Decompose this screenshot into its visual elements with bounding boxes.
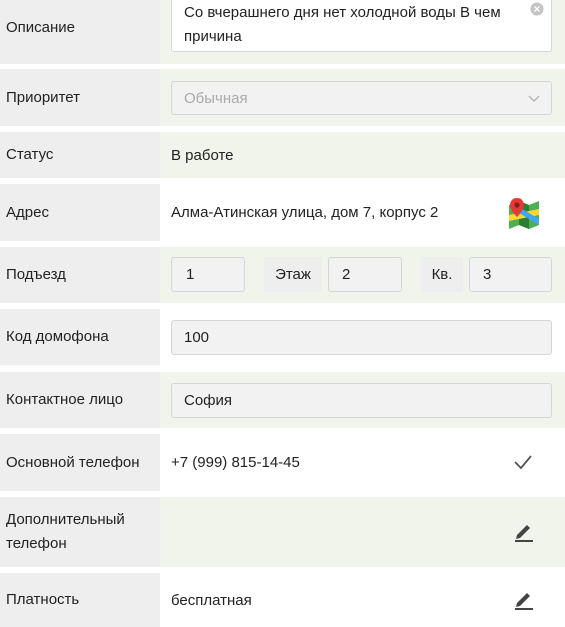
main-phone-label-text: Основной телефон: [6, 453, 140, 471]
address-label-text: Адрес: [6, 203, 49, 221]
extra-phone-value-cell: [160, 497, 565, 567]
apartment-label: Кв.: [421, 257, 463, 292]
floor-value: 2: [342, 266, 351, 283]
contact-label-text: Контактное лицо: [6, 391, 124, 408]
status-value-cell: В работе: [160, 132, 565, 178]
edit-icon[interactable]: [513, 588, 535, 610]
priority-row: Приоритет Обычная: [0, 69, 565, 126]
priority-placeholder: Обычная: [184, 89, 248, 107]
entrance-input[interactable]: 1: [171, 257, 245, 292]
description-label-text: Описание: [6, 19, 76, 36]
intercom-label: Код домофона: [0, 309, 160, 365]
floor-label-text: Этаж: [275, 266, 311, 283]
entrance-value: 1: [186, 266, 195, 283]
floor-input[interactable]: 2: [328, 257, 402, 292]
main-phone-label: Основной телефон: [0, 434, 160, 491]
map-icon[interactable]: [507, 195, 541, 231]
payment-value: бесплатная: [171, 591, 252, 609]
priority-value-cell: Обычная: [160, 69, 565, 126]
description-text: Со вчерашнего дня нет холодной воды В че…: [184, 4, 501, 45]
contact-value: София: [184, 392, 233, 409]
description-value-cell: Со вчерашнего дня нет холодной воды В че…: [160, 0, 565, 64]
description-textarea[interactable]: Со вчерашнего дня нет холодной воды В че…: [171, 0, 552, 52]
status-row: Статус В работе: [0, 132, 565, 178]
address-value: Алма-Атинская улица, дом 7, корпус 2: [171, 204, 439, 221]
payment-label-text: Платность: [6, 591, 80, 608]
intercom-value-cell: 100: [160, 309, 565, 365]
extra-phone-row: Дополнительный телефон: [0, 497, 565, 567]
chevron-down-icon[interactable]: [526, 90, 542, 106]
edit-icon[interactable]: [513, 520, 535, 542]
apartment-input[interactable]: 3: [469, 257, 552, 292]
payment-label: Платность: [0, 573, 160, 627]
clear-icon[interactable]: [530, 2, 544, 16]
main-phone-value: +7 (999) 815-14-45: [171, 454, 300, 471]
contact-value-cell: София: [160, 372, 565, 428]
priority-select[interactable]: Обычная: [171, 81, 552, 115]
payment-value-cell: бесплатная: [160, 573, 565, 627]
intercom-input[interactable]: 100: [171, 320, 552, 355]
extra-phone-label: Дополнительный телефон: [0, 497, 160, 567]
status-label: Статус: [0, 132, 160, 178]
priority-label-text: Приоритет: [6, 88, 80, 106]
main-phone-value-cell: +7 (999) 815-14-45: [160, 434, 565, 491]
address-label: Адрес: [0, 184, 160, 241]
contact-row: Контактное лицо София: [0, 372, 565, 428]
main-phone-row: Основной телефон +7 (999) 815-14-45: [0, 434, 565, 491]
description-label: Описание: [0, 0, 160, 64]
apartment-value: 3: [483, 266, 492, 283]
priority-label: Приоритет: [0, 69, 160, 126]
status-value: В работе: [171, 146, 234, 164]
intercom-label-text: Код домофона: [6, 328, 109, 345]
entrance-label: Подъезд: [0, 247, 160, 303]
intercom-row: Код домофона 100: [0, 309, 565, 365]
status-label-text: Статус: [6, 146, 54, 163]
address-row: Адрес Алма-Атинская улица, дом 7, корпус…: [0, 184, 565, 241]
description-row: Описание Со вчерашнего дня нет холодной …: [0, 0, 565, 64]
address-value-cell: Алма-Атинская улица, дом 7, корпус 2: [160, 184, 565, 241]
contact-label: Контактное лицо: [0, 372, 160, 428]
entrance-row: Подъезд 1 Этаж 2 Кв. 3: [0, 247, 565, 303]
floor-label: Этаж: [264, 257, 322, 292]
payment-row: Платность бесплатная: [0, 573, 565, 627]
apartment-label-text: Кв.: [431, 266, 453, 283]
entrance-label-text: Подъезд: [6, 266, 66, 283]
check-icon[interactable]: [511, 450, 535, 474]
entrance-value-cell: 1 Этаж 2 Кв. 3: [160, 247, 565, 303]
extra-phone-label-text: Дополнительный телефон: [6, 511, 125, 552]
contact-input[interactable]: София: [171, 383, 552, 418]
intercom-value: 100: [184, 329, 210, 346]
